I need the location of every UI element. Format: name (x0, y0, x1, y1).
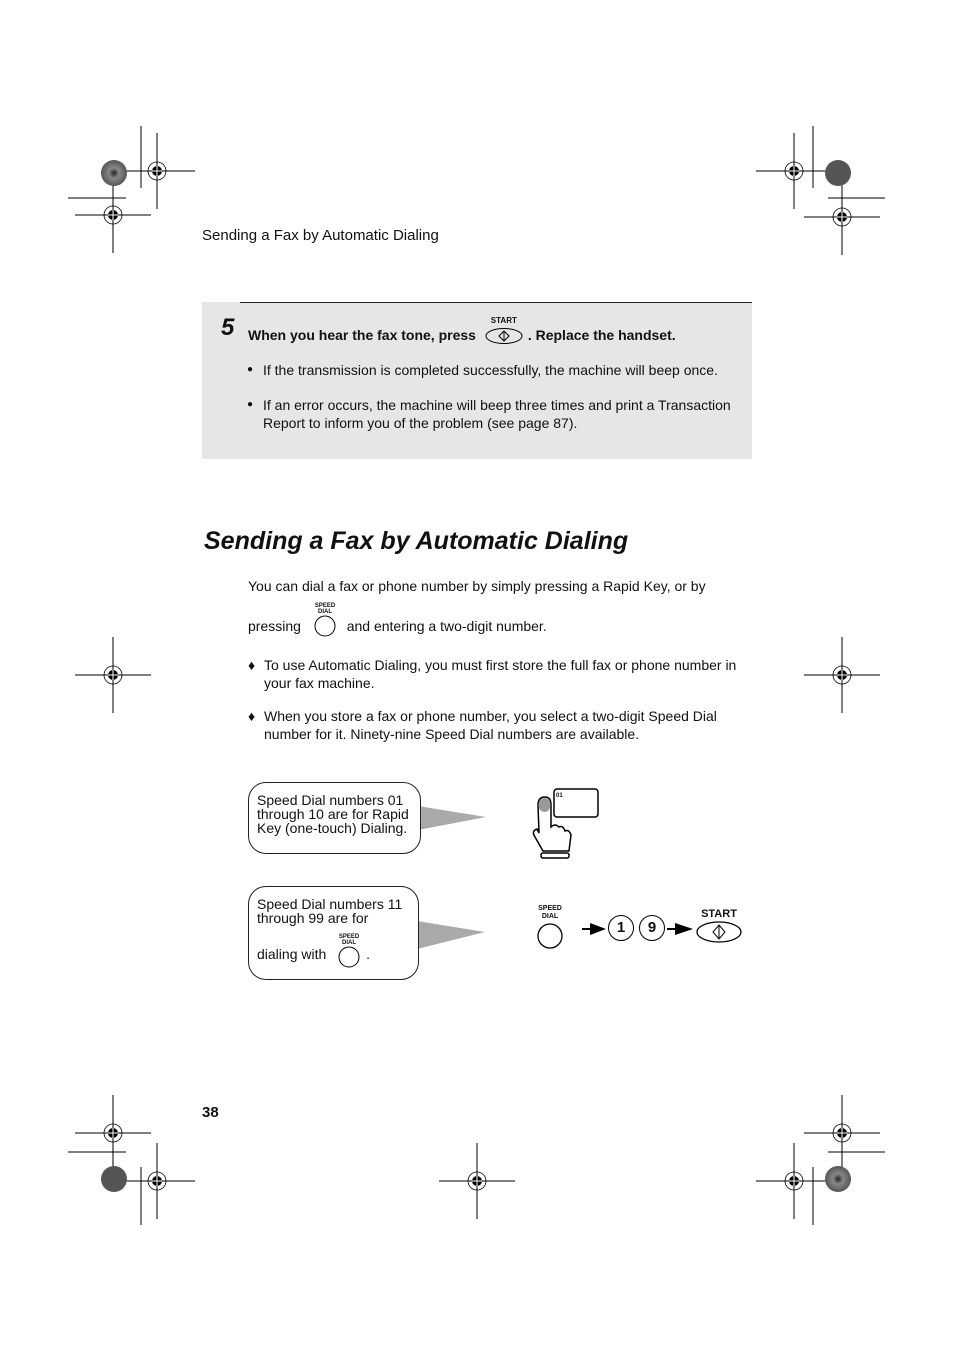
page-number: 38 (202, 1104, 219, 1121)
speed-label: SPEED (538, 905, 562, 912)
crosshair-mark (118, 1142, 196, 1220)
bullet-item: ● If the transmission is completed succe… (247, 361, 743, 379)
bullet-text: If the transmission is completed success… (263, 362, 718, 378)
digit-1-label: 1 (616, 919, 626, 936)
crosshair-mark (74, 1094, 152, 1172)
diamond-bullet-item: ♦ To use Automatic Dialing, you must fir… (248, 656, 744, 692)
diamond-icon: ♦ (248, 657, 256, 673)
callout-line1: Speed Dial numbers 11 through 99 are for (257, 896, 403, 926)
intro-after: and entering a two-digit number. (346, 618, 547, 634)
color-target-mark (825, 160, 851, 186)
start-button-icon: START (484, 316, 524, 344)
section-heading: Sending a Fax by Automatic Dialing (204, 527, 629, 555)
start-label: START (490, 316, 517, 325)
crosshair-mark (755, 1142, 833, 1220)
intro-pressing: pressing (248, 618, 301, 634)
rapid-key-label: 01 (556, 793, 563, 799)
color-target-mark (101, 160, 127, 186)
digit-key-1: 1 (608, 915, 634, 941)
digit-key-9: 9 (639, 915, 665, 941)
running-header: Sending a Fax by Automatic Dialing (202, 227, 439, 244)
crosshair-mark (803, 636, 881, 714)
step-divider (240, 302, 752, 303)
diamond-bullet-item: ♦ When you store a fax or phone number, … (248, 707, 744, 743)
color-target-mark (825, 1166, 851, 1192)
callout-dialing-with: dialing with (257, 946, 327, 962)
callout-period: . (366, 946, 371, 962)
intro-line-1: You can dial a fax or phone number by si… (248, 578, 706, 594)
bullet-text: If an error occurs, the machine will bee… (263, 397, 731, 431)
sequence-start-label: START (701, 908, 737, 920)
callout-pointer (418, 806, 486, 830)
crosshair-mark (74, 176, 152, 254)
crosshair-mark (74, 636, 152, 714)
crosshair-mark (118, 132, 196, 210)
step-instruction: When you hear the fax tone, press START … (248, 316, 676, 344)
crosshair-mark (755, 132, 833, 210)
hand-pressing-rapid-key-icon (532, 788, 599, 859)
arrow-icon (667, 923, 693, 935)
bullet-item: ● If an error occurs, the machine will b… (247, 396, 743, 432)
step-text-after: . Replace the handset. (527, 327, 676, 343)
crosshair-mark (438, 1142, 516, 1220)
crosshair-mark (803, 1094, 881, 1172)
digit-9-label: 9 (647, 919, 657, 936)
bullet-dot-icon: ● (247, 364, 254, 375)
intro-line-2: pressing and entering a two-digit number… (248, 618, 547, 634)
arrow-icon (582, 923, 606, 935)
color-target-mark (101, 1166, 127, 1192)
callout-pointer (417, 921, 485, 949)
callout-rapid-key: Speed Dial numbers 01 through 10 are for… (248, 782, 421, 854)
dial-label: DIAL (541, 913, 559, 920)
diamond-icon: ♦ (248, 708, 256, 724)
crosshair-mark (803, 178, 881, 256)
bullet-text: To use Automatic Dialing, you must first… (264, 657, 737, 691)
start-button-icon (696, 921, 742, 943)
step-text-before: When you hear the fax tone, press (248, 327, 476, 343)
step-number: 5 (221, 314, 235, 341)
bullet-text: When you store a fax or phone number, yo… (264, 708, 717, 742)
bullet-dot-icon: ● (247, 399, 254, 410)
